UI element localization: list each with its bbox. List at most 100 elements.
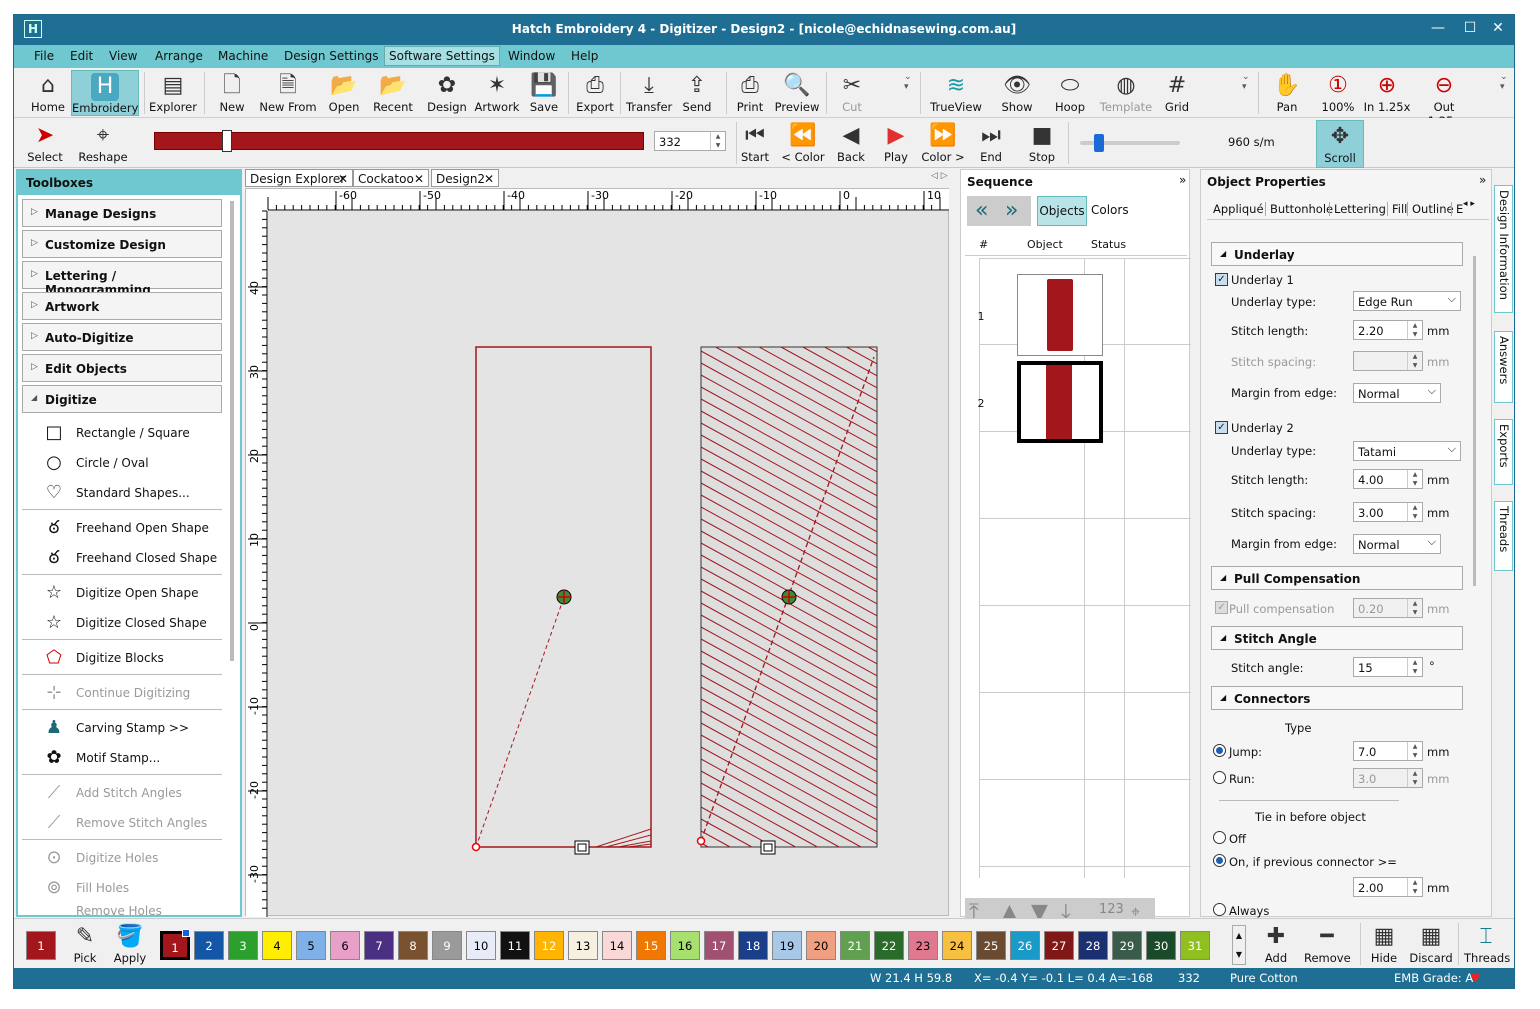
- tab-outline[interactable]: Outline: [1407, 202, 1454, 216]
- tool-continue-digitizing[interactable]: ⊹ Continue Digitizing: [42, 679, 222, 707]
- color-swatch-2[interactable]: 2: [194, 931, 224, 960]
- object-2-thumbnail[interactable]: [1017, 361, 1103, 443]
- color-swatch-28[interactable]: 28: [1078, 931, 1108, 960]
- tab-design2[interactable]: Design2 ✕: [431, 169, 499, 187]
- design-canvas[interactable]: -60 -50 -40 -30 -20 -10 0 10 40 30 20 10 0 -10 -20 -30: [245, 188, 954, 920]
- collapse-icon[interactable]: »: [1179, 173, 1186, 187]
- tool-freehand-open[interactable]: ఠ Freehand Open Shape: [42, 514, 222, 542]
- color-swatch-16[interactable]: 16: [670, 931, 700, 960]
- color-swatch-14[interactable]: 14: [602, 931, 632, 960]
- object-1-thumbnail[interactable]: [1017, 274, 1103, 356]
- zoom-100-button[interactable]: ① 100%: [1318, 70, 1358, 116]
- chevron-down-icon-3[interactable]: ⌄ ▾: [1500, 72, 1508, 92]
- stitch-angle-input[interactable]: 15: [1353, 657, 1423, 677]
- section-stitch-angle[interactable]: Stitch Angle: [1211, 626, 1463, 650]
- color-swatch-11[interactable]: 11: [500, 931, 530, 960]
- print-button[interactable]: ⎙ Print: [732, 70, 768, 116]
- tie-on-prev-radio[interactable]: [1213, 854, 1226, 867]
- menu-window[interactable]: Window: [508, 49, 555, 63]
- color-swatch-5[interactable]: 5: [296, 931, 326, 960]
- tool-motif-stamp[interactable]: ✿ Motif Stamp...: [42, 744, 222, 772]
- tie-off-radio[interactable]: [1213, 831, 1226, 844]
- select-button[interactable]: ➤ Select: [26, 120, 64, 166]
- tab-cockatoo[interactable]: Cockatoo ✕: [353, 169, 429, 187]
- open-button[interactable]: 📂 Open: [324, 70, 364, 116]
- color-swatch-22[interactable]: 22: [874, 931, 904, 960]
- tool-add-stitch-angles[interactable]: ⟋ Add Stitch Angles: [42, 779, 222, 807]
- category-customize-design[interactable]: Customize Design: [22, 230, 222, 258]
- reshape-button[interactable]: ⌖ Reshape: [78, 120, 128, 166]
- color-swatch-30[interactable]: 30: [1146, 931, 1176, 960]
- discard-button[interactable]: ▦ Discard: [1408, 921, 1454, 967]
- menu-help[interactable]: Help: [571, 49, 598, 63]
- menu-file[interactable]: File: [34, 49, 54, 63]
- color-swatch-3[interactable]: 3: [228, 931, 258, 960]
- section-underlay[interactable]: Underlay: [1211, 242, 1463, 266]
- colors-tab[interactable]: Colors: [1091, 196, 1129, 226]
- tool-fill-holes[interactable]: ⊚ Fill Holes: [42, 874, 222, 902]
- section-connectors[interactable]: Connectors: [1211, 686, 1463, 710]
- menu-design-settings[interactable]: Design Settings: [284, 49, 378, 63]
- color-swatch-27[interactable]: 27: [1044, 931, 1074, 960]
- prev-color-button[interactable]: ⏪ < Color: [780, 120, 826, 166]
- maximize-icon[interactable]: ☐: [1460, 20, 1480, 36]
- hide-button[interactable]: ▦ Hide: [1366, 921, 1402, 967]
- color-swatch-9[interactable]: 9: [432, 931, 462, 960]
- color-swatch-13[interactable]: 13: [568, 931, 598, 960]
- tool-standard-shapes[interactable]: ♡ Standard Shapes...: [42, 479, 222, 507]
- tab-buttonhole[interactable]: Buttonhole: [1265, 202, 1333, 216]
- color-swatch-15[interactable]: 15: [636, 931, 666, 960]
- template-button[interactable]: ◍ Template: [1096, 70, 1156, 116]
- canvas-vertical-scrollbar[interactable]: [949, 188, 959, 916]
- u2-spacing-input[interactable]: 3.00: [1353, 502, 1423, 522]
- color-swatch-24[interactable]: 24: [942, 931, 972, 960]
- color-swatch-19[interactable]: 19: [772, 931, 802, 960]
- home-button[interactable]: ⌂ Home: [28, 70, 68, 116]
- stitch-count-input[interactable]: 332: [654, 131, 726, 151]
- tab-fill[interactable]: Fill: [1387, 202, 1407, 216]
- export-button[interactable]: ⎙ Export: [574, 70, 616, 116]
- color-swatch-17[interactable]: 17: [704, 931, 734, 960]
- threads-button[interactable]: ⌶ Threads: [1464, 921, 1510, 967]
- save-button[interactable]: 💾 Save: [526, 70, 562, 116]
- chevron-down-icon[interactable]: ⌄ ▾: [904, 72, 912, 92]
- color-swatch-18[interactable]: 18: [738, 931, 768, 960]
- tie-always-radio[interactable]: [1213, 903, 1226, 916]
- section-pull-compensation[interactable]: Pull Compensation: [1211, 566, 1463, 590]
- u1-spacing-input[interactable]: [1353, 351, 1423, 371]
- color-swatch-26[interactable]: 26: [1010, 931, 1040, 960]
- transfer-button[interactable]: ⤓ Transfer: [626, 70, 672, 116]
- color-swatch-20[interactable]: 20: [806, 931, 836, 960]
- tool-digitize-open[interactable]: ☆ Digitize Open Shape: [42, 579, 222, 607]
- current-color-swatch[interactable]: 1: [26, 931, 56, 960]
- u1-type-select[interactable]: Edge Run: [1353, 291, 1461, 311]
- u1-length-input[interactable]: 2.20: [1353, 320, 1423, 340]
- tab-scroll-icon[interactable]: ◂ ▸: [1463, 199, 1475, 209]
- side-tab-design-information[interactable]: Design Information: [1494, 185, 1513, 313]
- close-icon[interactable]: ✕: [338, 172, 348, 186]
- tool-carving-stamp[interactable]: ♟ Carving Stamp >>: [42, 714, 222, 742]
- run-input[interactable]: 3.0: [1353, 768, 1423, 788]
- menu-edit[interactable]: Edit: [70, 49, 93, 63]
- u2-type-select[interactable]: Tatami: [1353, 441, 1461, 461]
- color-swatch-12[interactable]: 12: [534, 931, 564, 960]
- color-swatch-21[interactable]: 21: [840, 931, 870, 960]
- color-swatch-25[interactable]: 25: [976, 931, 1006, 960]
- collapse-icon[interactable]: »: [1479, 173, 1486, 187]
- color-swatch-8[interactable]: 8: [398, 931, 428, 960]
- minimize-icon[interactable]: —: [1428, 20, 1448, 36]
- color-swatch-7[interactable]: 7: [364, 931, 394, 960]
- menu-view[interactable]: View: [109, 49, 137, 63]
- tab-applique[interactable]: Appliqué: [1213, 202, 1264, 216]
- chevron-down-icon-2[interactable]: ⌄ ▾: [1242, 72, 1250, 92]
- end-button[interactable]: ⏭ End: [974, 120, 1008, 166]
- remove-color-button[interactable]: ━ Remove: [1304, 921, 1351, 967]
- new-from-button[interactable]: 🗎 New From: [258, 70, 318, 116]
- send-button[interactable]: ⇪ Send: [678, 70, 716, 116]
- underlay2-checkbox[interactable]: ✓: [1215, 421, 1228, 434]
- tool-remove-stitch-angles[interactable]: ⟋ Remove Stitch Angles: [42, 809, 222, 837]
- close-icon[interactable]: ✕: [484, 172, 494, 186]
- hoop-button[interactable]: ⬭ Hoop: [1050, 70, 1090, 116]
- zoom-in-button[interactable]: ⊕ In 1.25x: [1362, 70, 1412, 116]
- side-tab-answers[interactable]: Answers: [1494, 331, 1513, 403]
